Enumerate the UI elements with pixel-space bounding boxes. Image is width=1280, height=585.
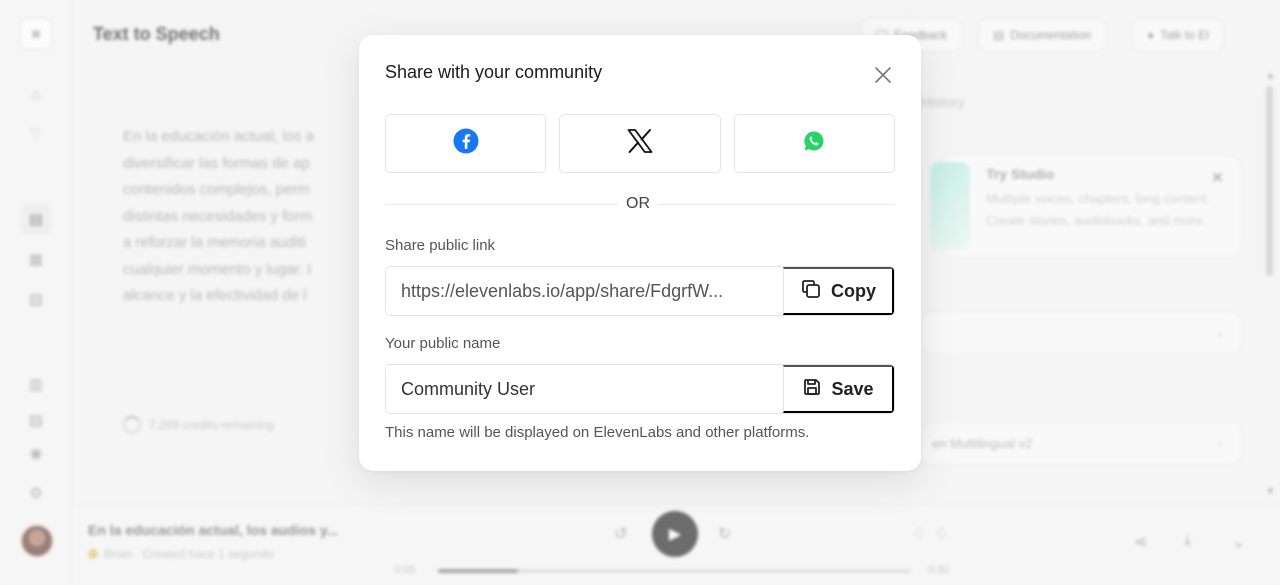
save-icon: [802, 377, 822, 402]
helper-text: This name will be displayed on ElevenLab…: [385, 424, 810, 441]
share-buttons: [385, 114, 895, 173]
share-modal: Share with your community OR Share publi…: [359, 35, 921, 471]
x-icon: [627, 129, 653, 158]
close-icon[interactable]: [871, 63, 895, 87]
whatsapp-icon: [803, 130, 825, 157]
public-link-field[interactable]: https://elevenlabs.io/app/share/FdgrfW..…: [386, 267, 783, 315]
x-share-button[interactable]: [559, 114, 721, 173]
copy-icon: [800, 278, 822, 305]
or-label: OR: [618, 195, 658, 213]
public-name-label: Your public name: [385, 335, 501, 352]
public-link-label: Share public link: [385, 237, 496, 254]
save-button[interactable]: Save: [783, 365, 894, 413]
copy-button[interactable]: Copy: [783, 267, 894, 315]
public-link-group: https://elevenlabs.io/app/share/FdgrfW..…: [385, 266, 895, 316]
facebook-share-button[interactable]: [385, 114, 547, 173]
public-name-group: Save: [385, 364, 895, 414]
public-name-input[interactable]: [386, 365, 783, 413]
whatsapp-share-button[interactable]: [733, 114, 895, 173]
modal-title: Share with your community: [385, 62, 603, 82]
facebook-icon: [453, 128, 479, 159]
